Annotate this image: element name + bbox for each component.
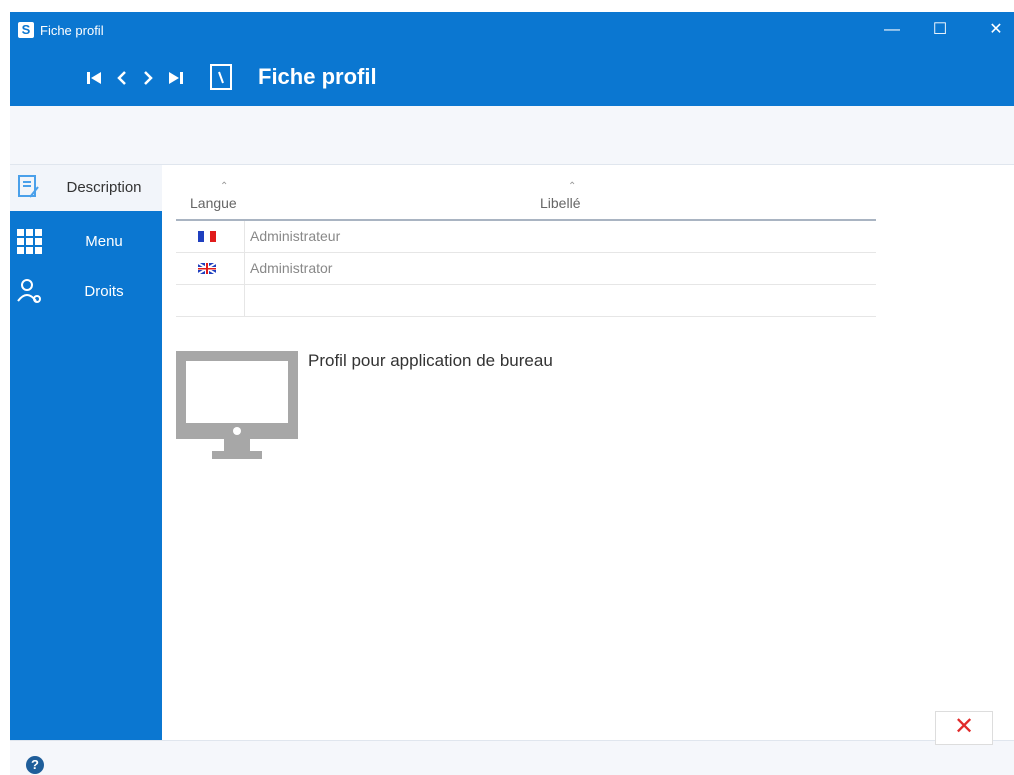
- sort-icon[interactable]: ⌃: [568, 181, 576, 192]
- chevron-right-icon: [144, 71, 153, 85]
- users-rights-icon: [17, 279, 41, 303]
- sidebar-item-menu[interactable]: Menu: [10, 219, 162, 265]
- profile-description: Profil pour application de bureau: [308, 351, 553, 370]
- desktop-monitor-icon: [176, 351, 298, 459]
- document-icon: [218, 71, 224, 84]
- window-title: Fiche profil: [40, 23, 104, 38]
- page-title: Fiche profil: [258, 64, 377, 89]
- column-header-langue[interactable]: Langue: [190, 195, 237, 211]
- table-row[interactable]: Administrateur: [176, 221, 876, 253]
- previous-record-button[interactable]: [110, 64, 134, 92]
- app-icon: S: [18, 22, 34, 38]
- sort-icon[interactable]: ⌃: [220, 181, 228, 192]
- sidebar: Description Menu Droits: [10, 165, 162, 740]
- app-window: S Fiche profil — ☐ ✕ Fiche profil Descri…: [10, 12, 1014, 775]
- header-bar: Fiche profil: [10, 50, 1014, 106]
- sidebar-item-droits[interactable]: Droits: [10, 269, 162, 315]
- uk-flag-icon: [198, 263, 216, 274]
- last-record-button[interactable]: [164, 64, 188, 92]
- chevron-left-icon: [117, 71, 126, 85]
- close-window-button[interactable]: ✕: [982, 18, 1010, 42]
- cell-divider: [244, 221, 245, 252]
- sidebar-item-label: Description: [66, 179, 142, 196]
- maximize-button[interactable]: ☐: [926, 18, 954, 42]
- language-grid: ⌃ Langue ⌃ Libellé Administrateur Admini…: [176, 179, 876, 317]
- last-icon: [169, 72, 183, 84]
- grid-header: ⌃ Langue ⌃ Libellé: [176, 179, 876, 221]
- menu-grid-icon: [17, 229, 42, 254]
- next-record-button[interactable]: [136, 64, 160, 92]
- row-label: Administrator: [250, 260, 333, 276]
- toolbar: [10, 106, 1014, 165]
- title-bar: S Fiche profil — ☐ ✕: [10, 12, 1014, 50]
- cancel-close-button[interactable]: ✕: [935, 711, 993, 745]
- help-icon[interactable]: ?: [26, 756, 44, 774]
- first-record-button[interactable]: [82, 64, 106, 92]
- main-content: ⌃ Langue ⌃ Libellé Administrateur Admini…: [162, 165, 1014, 740]
- cell-divider: [244, 285, 245, 316]
- sidebar-item-label: Menu: [85, 233, 123, 250]
- sidebar-item-description[interactable]: Description: [10, 165, 162, 211]
- sidebar-item-label: Droits: [84, 283, 124, 300]
- column-header-libelle[interactable]: Libellé: [540, 195, 580, 211]
- description-icon: [18, 175, 39, 198]
- france-flag-icon: [198, 231, 216, 242]
- document-button[interactable]: [210, 64, 232, 90]
- row-label: Administrateur: [250, 228, 341, 244]
- status-bar: ?: [10, 740, 1014, 775]
- first-icon: [87, 72, 101, 84]
- table-row[interactable]: Administrator: [176, 253, 876, 285]
- cell-divider: [244, 253, 245, 284]
- minimize-button[interactable]: —: [878, 18, 906, 42]
- table-row[interactable]: [176, 285, 876, 317]
